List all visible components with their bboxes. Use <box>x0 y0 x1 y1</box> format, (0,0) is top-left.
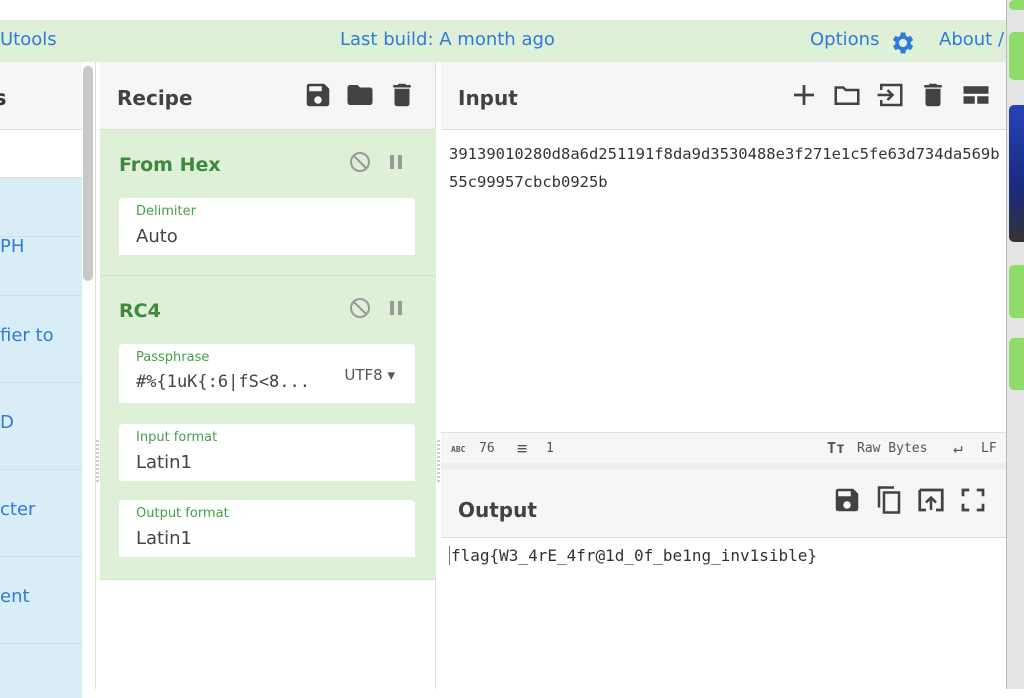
op-title: From Hex <box>119 154 221 176</box>
operation-item[interactable]: cter <box>0 470 82 557</box>
top-banner: Utools Last build: A month ago Options A… <box>0 20 1006 62</box>
char-count: 76 <box>479 441 495 456</box>
operations-scrollbar[interactable] <box>83 66 93 281</box>
lines-icon: ≡ <box>517 439 528 459</box>
maximize-icon[interactable] <box>958 485 988 515</box>
input-title: Input <box>458 86 518 110</box>
about-link[interactable]: About / <box>939 29 1004 50</box>
input-textarea[interactable]: 39139010280d8a6d251191f8da9d3530488e3f27… <box>449 140 1004 196</box>
add-tab-icon[interactable] <box>789 80 819 110</box>
operation-item[interactable]: PH <box>0 237 82 296</box>
background-window <box>1006 0 1024 689</box>
abc-icon: ABC <box>451 445 466 454</box>
recipe-op-rc4[interactable]: RC4 Passphrase #%{1uK{:6|fS<8... UTF8 ▾ … <box>100 276 436 580</box>
resize-handle[interactable] <box>96 440 99 484</box>
options-link[interactable]: Options <box>810 29 879 50</box>
input-format-field[interactable]: Input format Latin1 <box>119 424 415 481</box>
operation-item[interactable] <box>0 178 82 237</box>
input-status-bar: ABC 76 ≡ 1 Tт Raw Bytes ↵ LF <box>441 432 1006 463</box>
output-format-field[interactable]: Output format Latin1 <box>119 500 415 557</box>
operation-item[interactable]: D <box>0 383 82 470</box>
gear-icon[interactable] <box>887 29 917 57</box>
recipe-title: Recipe <box>117 86 193 110</box>
output-text[interactable]: flag{W3_4rE_4fr@1d_0f_be1ng_inv1sible} <box>449 546 817 565</box>
clear-input-icon[interactable] <box>918 80 948 110</box>
op-title: RC4 <box>119 300 161 322</box>
save-output-icon[interactable] <box>832 485 862 515</box>
delimiter-field[interactable]: Delimiter Auto <box>119 198 415 255</box>
pause-icon[interactable] <box>386 150 406 174</box>
disable-icon[interactable] <box>348 150 372 174</box>
operations-search-input[interactable] <box>0 130 82 178</box>
output-title: Output <box>458 498 537 522</box>
last-build-link[interactable]: Last build: A month ago <box>340 29 555 50</box>
save-icon[interactable] <box>303 80 333 110</box>
copy-icon[interactable] <box>874 485 904 515</box>
trash-icon[interactable] <box>387 80 417 110</box>
pause-icon[interactable] <box>386 296 406 320</box>
operations-list: PH fier to D cter ent <box>0 178 82 698</box>
layout-icon[interactable] <box>961 80 991 110</box>
folder-icon[interactable] <box>345 80 375 110</box>
operation-item[interactable]: ent <box>0 557 82 644</box>
disable-icon[interactable] <box>348 296 372 320</box>
utools-link[interactable]: Utools <box>0 29 57 50</box>
io-panel: Input 39139010280d8a6d251191f8da9d353048… <box>441 62 1006 689</box>
replace-input-icon[interactable] <box>916 485 946 515</box>
return-icon: ↵ <box>953 438 963 457</box>
passphrase-field[interactable]: Passphrase #%{1uK{:6|fS<8... UTF8 ▾ <box>119 344 415 403</box>
resize-handle[interactable] <box>437 440 440 484</box>
text-encoding-icon: Tт <box>827 439 846 457</box>
eol-button[interactable]: LF <box>981 441 997 456</box>
encoding-button[interactable]: Raw Bytes <box>857 441 927 456</box>
passphrase-encoding-dropdown[interactable]: UTF8 ▾ <box>344 366 395 384</box>
line-count: 1 <box>546 441 554 456</box>
open-file-icon[interactable] <box>875 80 905 110</box>
recipe-op-from-hex[interactable]: From Hex Delimiter Auto <box>100 130 436 276</box>
operations-panel: s PH fier to D cter ent <box>0 62 96 698</box>
operations-header: s <box>0 62 82 130</box>
recipe-panel: Recipe From Hex Delimiter Auto RC4 Passp… <box>100 62 436 689</box>
operation-item[interactable]: fier to <box>0 296 82 383</box>
open-folder-icon[interactable] <box>832 80 862 110</box>
